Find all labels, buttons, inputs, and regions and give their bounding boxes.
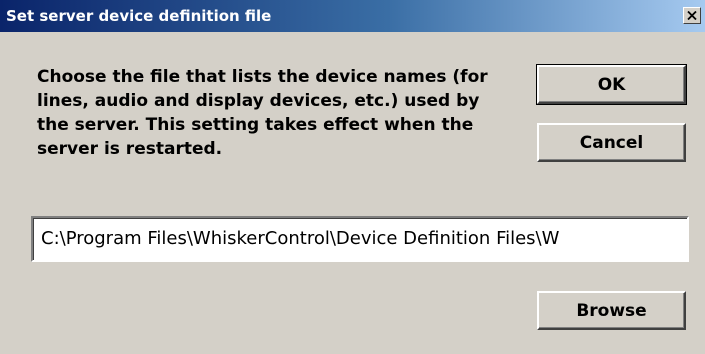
close-icon: [687, 11, 697, 20]
dialog-window: Set server device definition file Choose…: [0, 0, 705, 354]
browse-button[interactable]: Browse: [537, 291, 686, 330]
file-path-input[interactable]: C:\Program Files\WhiskerControl\Device D…: [31, 216, 689, 262]
ok-button[interactable]: OK: [536, 64, 687, 105]
close-button[interactable]: [683, 7, 701, 24]
cancel-button[interactable]: Cancel: [537, 123, 686, 162]
title-bar[interactable]: Set server device definition file: [0, 0, 705, 32]
dialog-title: Set server device definition file: [6, 7, 272, 25]
description-text: Choose the file that lists the device na…: [37, 67, 488, 159]
